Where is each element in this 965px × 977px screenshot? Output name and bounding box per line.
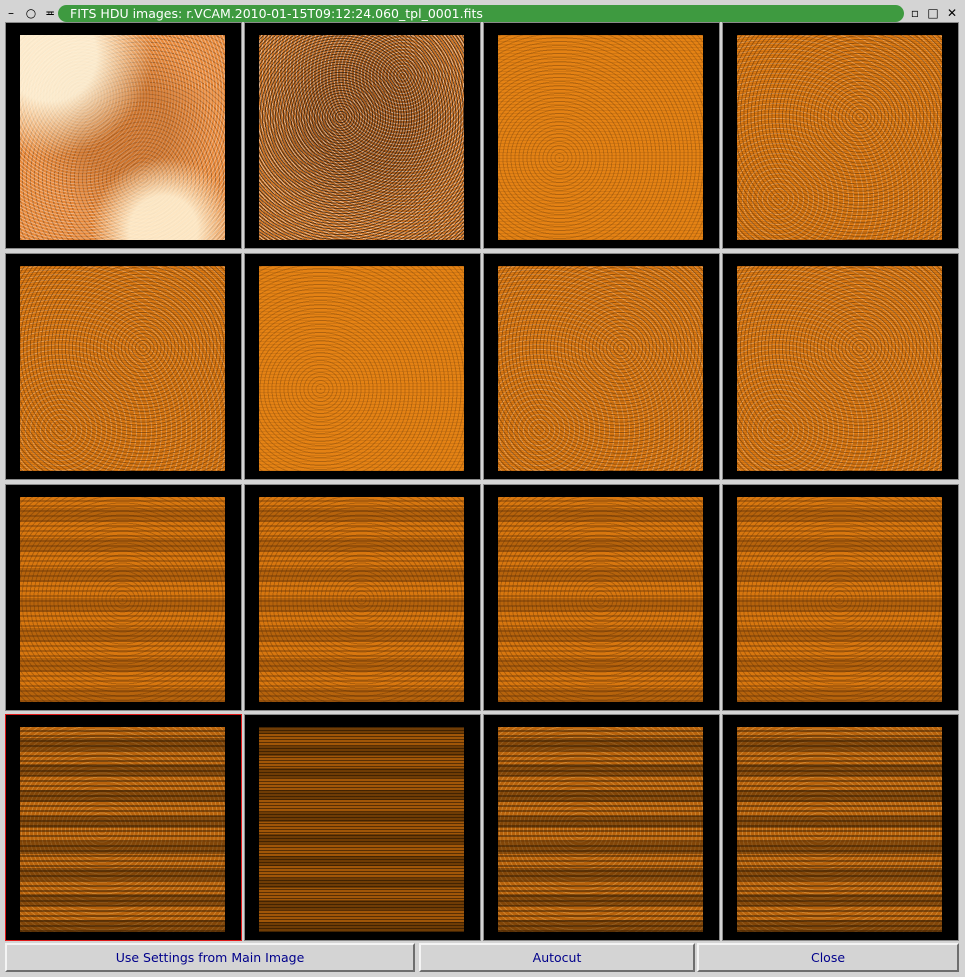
maximize-icon[interactable]: □ (926, 5, 940, 21)
hdu-thumbnail[interactable] (737, 35, 942, 240)
hdu-thumbnail[interactable] (259, 266, 464, 471)
minimize-icon[interactable]: ▫ (908, 5, 922, 21)
hdu-thumbnail[interactable] (20, 497, 225, 702)
hdu-thumbnail[interactable] (20, 727, 225, 932)
close-button[interactable]: Close (697, 943, 959, 972)
hdu-cell-10[interactable] (244, 484, 481, 711)
hdu-thumbnail[interactable] (498, 727, 703, 932)
hdu-cell-6[interactable] (244, 253, 481, 480)
hdu-cell-8[interactable] (722, 253, 959, 480)
window-title: FITS HDU images: r.VCAM.2010-01-15T09:12… (58, 5, 904, 22)
hdu-cell-16[interactable] (722, 714, 959, 941)
hdu-cell-3[interactable] (483, 22, 720, 249)
hdu-thumbnail[interactable] (737, 266, 942, 471)
hdu-cell-9[interactable] (5, 484, 242, 711)
sticky-pin-icon[interactable]: ○ (24, 5, 38, 21)
hdu-thumbnail[interactable] (259, 497, 464, 702)
use-settings-button[interactable]: Use Settings from Main Image (5, 943, 415, 972)
shade-icon[interactable]: ≖ (43, 5, 57, 21)
hdu-cell-5[interactable] (5, 253, 242, 480)
hdu-cell-1[interactable] (5, 22, 242, 249)
autocut-button[interactable]: Autocut (419, 943, 695, 972)
hdu-thumbnail[interactable] (737, 497, 942, 702)
hdu-cell-15[interactable] (483, 714, 720, 941)
hdu-cell-2[interactable] (244, 22, 481, 249)
hdu-thumbnail[interactable] (498, 497, 703, 702)
hdu-image-grid (5, 22, 960, 943)
hdu-thumbnail[interactable] (259, 35, 464, 240)
hdu-thumbnail[interactable] (20, 35, 225, 240)
hdu-thumbnail[interactable] (498, 266, 703, 471)
hdu-thumbnail[interactable] (737, 727, 942, 932)
hdu-cell-7[interactable] (483, 253, 720, 480)
hdu-thumbnail[interactable] (498, 35, 703, 240)
hdu-thumbnail[interactable] (20, 266, 225, 471)
close-window-icon[interactable]: ✕ (945, 5, 959, 21)
hdu-cell-12[interactable] (722, 484, 959, 711)
hdu-cell-14[interactable] (244, 714, 481, 941)
window-menu-icon[interactable]: – (4, 5, 18, 21)
hdu-thumbnail[interactable] (259, 727, 464, 932)
hdu-cell-4[interactable] (722, 22, 959, 249)
button-bar: Use Settings from Main Image Autocut Clo… (5, 943, 960, 973)
hdu-cell-11[interactable] (483, 484, 720, 711)
hdu-cell-13-selected[interactable] (5, 714, 242, 941)
